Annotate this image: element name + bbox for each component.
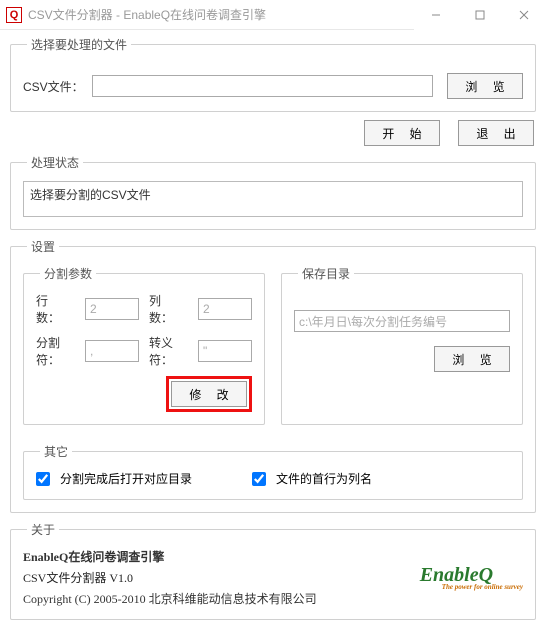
browse-csv-button[interactable]: 浏 览	[447, 73, 523, 99]
settings-legend: 设置	[27, 238, 59, 255]
open-dir-checkbox-wrap[interactable]: 分割完成后打开对应目录	[36, 470, 192, 487]
first-line-label: 文件的首行为列名	[276, 470, 372, 487]
close-button[interactable]	[502, 0, 546, 30]
other-group: 其它 分割完成后打开对应目录 文件的首行为列名	[23, 443, 523, 500]
status-group: 处理状态 选择要分割的CSV文件	[10, 154, 536, 230]
other-legend: 其它	[40, 443, 72, 460]
split-params-legend: 分割参数	[40, 265, 96, 282]
titlebar: Q CSV文件分割器 - EnableQ在线问卷调查引擎	[0, 0, 546, 30]
first-line-checkbox[interactable]	[252, 472, 266, 486]
delimiter-input[interactable]	[85, 340, 139, 362]
save-dir-input[interactable]	[294, 310, 510, 332]
maximize-button[interactable]	[458, 0, 502, 30]
escape-input[interactable]	[198, 340, 252, 362]
app-icon: Q	[6, 7, 22, 23]
escape-label: 转义符：	[149, 334, 180, 368]
status-legend: 处理状态	[27, 154, 83, 171]
status-text: 选择要分割的CSV文件	[23, 181, 523, 217]
exit-button[interactable]: 退 出	[458, 120, 534, 146]
save-dir-legend: 保存目录	[298, 265, 354, 282]
about-group: 关于 EnableQ在线问卷调查引擎 CSV文件分割器 V1.0 Copyrig…	[10, 521, 536, 620]
csv-file-label: CSV文件：	[23, 78, 84, 95]
cols-label: 列数：	[149, 292, 180, 326]
browse-dir-button[interactable]: 浏 览	[434, 346, 510, 372]
about-title: EnableQ在线问卷调查引擎	[23, 548, 317, 565]
modify-highlight: 修 改	[166, 376, 252, 412]
start-button[interactable]: 开 始	[364, 120, 440, 146]
modify-button[interactable]: 修 改	[171, 381, 247, 407]
select-file-group: 选择要处理的文件 CSV文件： 浏 览	[10, 36, 536, 112]
about-copy: Copyright (C) 2005-2010 北京科维能动信息技术有限公司	[23, 590, 317, 607]
cols-input[interactable]	[198, 298, 252, 320]
save-dir-group: 保存目录 浏 览	[281, 265, 523, 425]
enableq-logo: EnableQ The power for online survey	[420, 564, 523, 591]
delimiter-label: 分割符：	[36, 334, 67, 368]
select-file-legend: 选择要处理的文件	[27, 36, 131, 53]
window-title: CSV文件分割器 - EnableQ在线问卷调查引擎	[28, 6, 414, 23]
rows-input[interactable]	[85, 298, 139, 320]
about-sub: CSV文件分割器 V1.0	[23, 569, 317, 586]
logo-tag: The power for online survey	[442, 583, 523, 591]
about-legend: 关于	[27, 521, 59, 538]
minimize-button[interactable]	[414, 0, 458, 30]
settings-group: 设置 分割参数 行数： 列数： 分割符： 转义符： 修 改	[10, 238, 536, 513]
open-dir-checkbox[interactable]	[36, 472, 50, 486]
csv-file-input[interactable]	[92, 75, 433, 97]
first-line-checkbox-wrap[interactable]: 文件的首行为列名	[252, 470, 372, 487]
split-params-group: 分割参数 行数： 列数： 分割符： 转义符： 修 改	[23, 265, 265, 425]
open-dir-label: 分割完成后打开对应目录	[60, 470, 192, 487]
rows-label: 行数：	[36, 292, 67, 326]
